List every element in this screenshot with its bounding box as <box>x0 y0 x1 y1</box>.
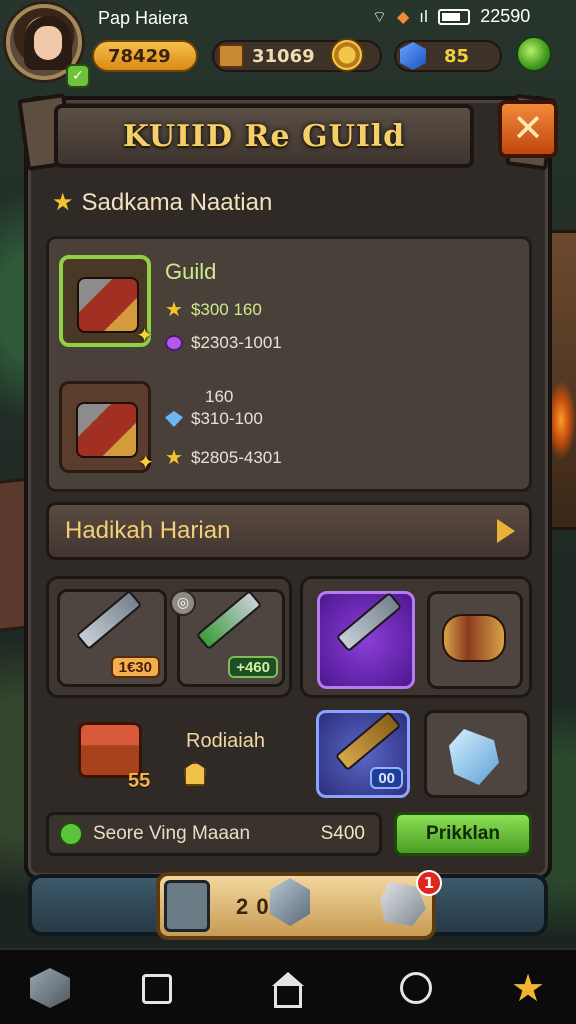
equipment-group <box>300 576 532 698</box>
section-title-text: Sadkama Naatian <box>81 189 273 216</box>
scroll-icon <box>442 614 506 662</box>
item-stat-line: ★ $300 160 <box>165 297 262 322</box>
magic-staff-icon <box>334 710 402 772</box>
star-icon: ★ <box>165 447 183 469</box>
reward-label: Rodiaiah <box>186 730 265 752</box>
scroll-cell[interactable] <box>427 591 523 689</box>
item-stat-value: $2805-4301 <box>190 447 282 467</box>
weapon-cell[interactable]: 1€30 <box>57 589 167 687</box>
item-stat-line: ★ $2805-4301 <box>165 445 282 470</box>
item-stat-line: $2303-1001 <box>165 333 282 353</box>
crystal-cell[interactable] <box>424 710 530 798</box>
weapon-tag: +460 <box>228 656 278 678</box>
weapon-cell-selected[interactable] <box>317 591 415 689</box>
star-icon: ★ <box>52 189 74 216</box>
purchase-price: S400 <box>320 823 365 844</box>
signal-icon: ıl <box>419 7 429 26</box>
clock: 22590 <box>480 6 531 26</box>
edit-nav-icon[interactable] <box>142 974 172 1004</box>
coin-icon[interactable] <box>330 38 364 72</box>
purple-gem-icon <box>165 335 183 351</box>
notification-badge: 1 <box>416 870 442 896</box>
weapon-group: 1€30 +460 <box>46 576 292 698</box>
weapon-tag: 00 <box>370 767 403 789</box>
panel-title-bar: KUIID Re GUIld <box>54 104 474 168</box>
play-arrow-icon <box>497 519 515 543</box>
item-slot-shield[interactable]: ✦ <box>59 381 154 474</box>
avatar-face <box>34 26 62 60</box>
card-icon <box>164 880 210 932</box>
armor-sword-icon <box>77 277 139 333</box>
section-title: ★ Sadkama Naatian <box>52 188 272 217</box>
star-nav-icon[interactable]: ★ <box>508 968 548 1008</box>
wifi-icon: ⌔ <box>372 6 388 26</box>
settings-nav-icon[interactable] <box>400 972 432 1004</box>
item-stat-line: $310-100 <box>165 409 263 429</box>
blue-gem-icon <box>165 411 183 427</box>
inventory-nav-icon[interactable] <box>30 968 70 1008</box>
home-nav-icon[interactable] <box>272 972 304 986</box>
player-name: Pap Haiera <box>98 8 189 28</box>
gold-counter[interactable]: 78429 <box>92 40 198 72</box>
shield-sword-icon <box>76 402 138 458</box>
reward-list: ✦ Guild ★ $300 160 $2303-1001 ✦ 160 $310… <box>46 236 532 492</box>
purchase-button[interactable]: Prikklan <box>394 812 532 856</box>
chest-amount: 31069 <box>252 45 315 67</box>
check-icon <box>59 822 83 846</box>
purchase-bar: Seore Ving Maaan S400 <box>46 812 382 856</box>
item-name: Guild <box>165 259 217 284</box>
item-stat-line: 160 <box>205 387 233 407</box>
gem-amount: 85 <box>444 45 470 67</box>
spear-icon <box>195 589 263 651</box>
sparkle-icon: ✦ <box>137 450 154 474</box>
magic-weapon-cell[interactable]: 00 <box>316 710 410 798</box>
item-stat-value: 160 <box>205 387 234 406</box>
crystal-icon <box>449 729 499 785</box>
alert-icon: ◆ <box>397 7 410 26</box>
gem-counter[interactable]: 85 <box>394 40 502 72</box>
panel-title: KUIID Re GUIld <box>122 118 406 154</box>
sparkle-icon: ✦ <box>136 323 153 347</box>
gem-icon <box>400 42 426 70</box>
star-icon: ★ <box>165 299 183 321</box>
chest-count: 55 <box>128 770 151 792</box>
axe-icon <box>75 589 143 651</box>
add-currency-icon[interactable] <box>516 36 552 72</box>
item-slot-armor[interactable]: ✦ <box>59 255 153 347</box>
level-badge-icon: ✓ <box>66 64 90 88</box>
mace-icon <box>335 591 403 653</box>
bottom-navigation: ★ <box>0 948 576 1024</box>
chest-icon <box>218 44 244 68</box>
close-button[interactable]: ✕ <box>498 100 558 158</box>
purchase-label: Seore Ving Maaan <box>93 823 251 844</box>
weapon-tag: 1€30 <box>110 656 160 678</box>
gold-amount: 78429 <box>108 45 171 67</box>
banner-label: Hadikah Harian <box>65 517 231 544</box>
item-stat-value: $300 160 <box>190 299 262 319</box>
top-status-bar: ✓ Pap Haiera ⌔ ◆ ıl 22590 78429 31069 85 <box>0 0 576 88</box>
battery-icon <box>438 8 471 25</box>
item-stat-value: $310-100 <box>191 409 263 428</box>
lock-icon: ◎ <box>170 590 196 616</box>
system-status-icons: ⌔ ◆ ıl 22590 <box>372 6 530 27</box>
item-stat-value: $2303-1001 <box>191 333 282 352</box>
home-nav-body <box>274 986 302 1008</box>
daily-banner[interactable]: Hadikah Harian <box>46 502 532 560</box>
